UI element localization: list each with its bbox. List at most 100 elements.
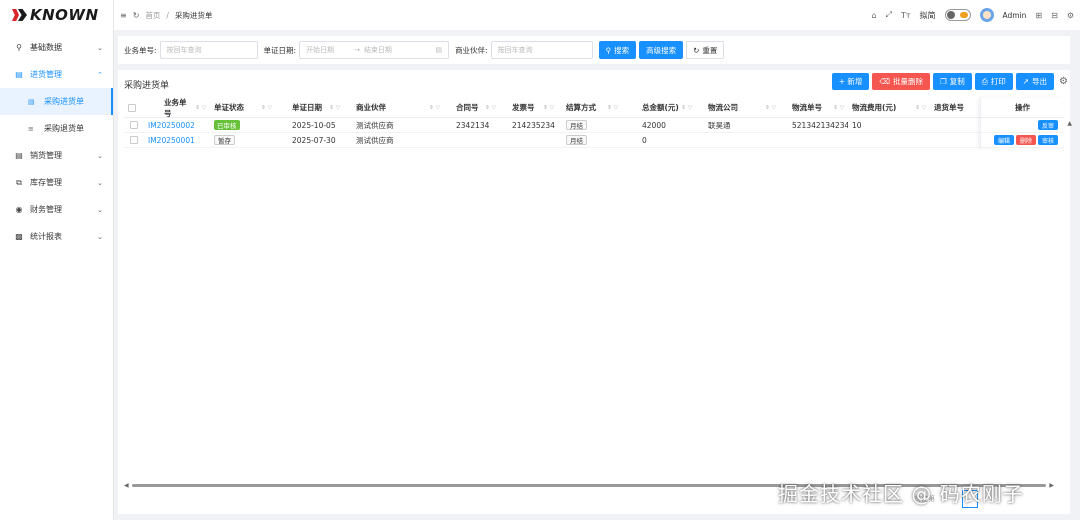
advanced-search-button[interactable]: 高级搜索 <box>639 41 684 59</box>
column-header-label: 发票号 <box>512 103 535 112</box>
avatar[interactable] <box>979 8 994 22</box>
column-header[interactable]: 总金额(元) ⇕ ▽ <box>622 98 696 117</box>
sidebar-item-finance[interactable]: ◉ 财务管理 ⌄ <box>0 196 113 223</box>
column-header[interactable]: 商业伙伴 ⇕ ▽ <box>344 98 444 117</box>
order-no-link[interactable]: IM20250002 <box>144 118 210 132</box>
table-row[interactable]: IM20250002 已审核 2025-10-05 测试供应商 2342134 … <box>124 118 1064 133</box>
breadcrumb-home[interactable]: 首页 <box>145 10 160 21</box>
sidebar-menu: ⚲ 基础数据 ⌄ ▤ 进货管理 ⌃ ▤ 采购进货单 ≡ 采购退货单 ▤ 销货管理… <box>0 34 113 250</box>
top-header: ≡ ↻ 首页 / 采购进货单 ⌂ ⤢ Tт 拟简 Admin ⊞ ⊟ ⚙ <box>114 0 1080 30</box>
copy-button[interactable]: ❐ 复制 <box>933 73 972 90</box>
row-select-cell[interactable] <box>124 133 144 147</box>
date-start-input[interactable]: 开始日期 <box>306 45 334 55</box>
logistics-company-cell: 联昊通 <box>708 120 731 130</box>
order-no-link[interactable]: IM20250001 <box>144 133 210 147</box>
select-all-checkbox[interactable] <box>128 103 136 112</box>
add-button[interactable]: + 新增 <box>831 73 870 90</box>
scroll-up-icon[interactable]: ▲ <box>1067 120 1072 127</box>
column-header[interactable]: 退货单号 <box>930 98 980 117</box>
date-range-picker[interactable]: 开始日期 → 结束日期 ▤ <box>299 41 450 59</box>
scroll-right-icon[interactable]: ▶ <box>1046 482 1054 489</box>
sidebar-subitem-purchase-receipt[interactable]: ▤ 采购进货单 <box>0 88 113 115</box>
sort-filter-icon[interactable]: ⇕ ▽ <box>605 105 618 111</box>
logistics-no-cell: 521342134234 <box>792 120 848 130</box>
export-icon: ↗ <box>1022 77 1030 86</box>
sidebar-subitem-purchase-return[interactable]: ≡ 采购退货单 <box>0 115 113 142</box>
settle-badge: 月结 <box>566 135 587 145</box>
column-header-label: 物流费用(元) <box>852 103 897 112</box>
column-header[interactable]: 物流单号 ⇕ ▽ <box>780 98 848 117</box>
sort-filter-icon[interactable]: ⇕ ▽ <box>193 105 206 111</box>
delete-button[interactable]: 删除 <box>1015 135 1036 145</box>
chevron-down-icon: ⌄ <box>97 232 103 241</box>
batch-delete-button[interactable]: ⌫ 批量删除 <box>872 73 930 90</box>
sidebar-item-reports[interactable]: ▩ 统计报表 ⌄ <box>0 223 113 250</box>
column-header[interactable]: 发票号 ⇕ ▽ <box>500 98 558 117</box>
sort-filter-icon[interactable]: ⇕ ▽ <box>483 105 496 111</box>
sidebar-item-basic-data[interactable]: ⚲ 基础数据 ⌄ <box>0 34 113 61</box>
logistics-no-cell <box>780 133 848 147</box>
sort-filter-icon[interactable]: ⇕ ▽ <box>679 105 692 111</box>
calendar-icon: ▤ <box>435 46 443 54</box>
theme-toggle[interactable] <box>944 9 971 21</box>
user-name[interactable]: Admin <box>1003 11 1027 20</box>
app-logo[interactable]: KNOWN <box>0 0 113 30</box>
sales-icon: ▤ <box>15 151 23 160</box>
refresh-icon[interactable]: ↻ <box>133 11 140 20</box>
date-end-input[interactable]: 结束日期 <box>364 45 392 55</box>
gear-icon[interactable]: ⚙ <box>1067 11 1074 20</box>
column-settings-icon[interactable]: ⚙ <box>1059 76 1068 87</box>
column-header[interactable]: 单证状态 ⇕ ▽ <box>210 98 276 117</box>
arrow-right-icon: → <box>354 46 360 54</box>
column-header[interactable]: 物流费用(元) ⇕ ▽ <box>848 98 930 117</box>
sidebar-item-sales[interactable]: ▤ 销货管理 ⌄ <box>0 142 113 169</box>
column-header[interactable]: 结算方式 ⇕ ▽ <box>558 98 622 117</box>
sort-filter-icon[interactable]: ⇕ ▽ <box>259 105 272 111</box>
sort-filter-icon[interactable]: ⇕ ▽ <box>831 105 844 111</box>
collapse-menu-icon[interactable]: ≡ <box>120 11 127 20</box>
home-icon[interactable]: ⌂ <box>871 11 876 20</box>
column-header[interactable]: 物流公司 ⇕ ▽ <box>696 98 780 117</box>
fullscreen-icon[interactable]: ⤢ <box>886 10 892 20</box>
table-row[interactable]: IM20250001 暂存 2025-07-30 测试供应商 月结 0 <box>124 133 1064 148</box>
toggle-knob <box>946 11 955 19</box>
font-size-icon[interactable]: Tт <box>901 11 911 20</box>
column-header[interactable]: 合同号 ⇕ ▽ <box>444 98 500 117</box>
unapprove-button[interactable]: 反审 <box>1037 120 1058 130</box>
sidebar-item-label: 财务管理 <box>30 205 62 214</box>
sort-filter-icon[interactable]: ⇕ ▽ <box>327 105 340 111</box>
sort-filter-icon[interactable]: ⇕ ▽ <box>913 105 926 111</box>
column-header[interactable]: 业务单号 ⇕ ▽ <box>144 98 210 118</box>
order-no-input[interactable]: 按回车查询 <box>159 41 258 59</box>
reset-button[interactable]: ↻ 重置 <box>686 41 725 59</box>
export-button[interactable]: ↗ 导出 <box>1015 73 1055 90</box>
search-button[interactable]: ⚲ 搜索 <box>598 41 637 59</box>
sort-filter-icon[interactable]: ⇕ ▽ <box>763 105 776 111</box>
layout-icon[interactable]: ⊟ <box>1051 11 1058 20</box>
approve-button[interactable]: 审核 <box>1037 135 1058 145</box>
scroll-left-icon[interactable]: ◀ <box>124 482 132 489</box>
partner-cell: 测试供应商 <box>356 120 394 130</box>
watermark-text: 掘金技术社区 @ 码农刚子 <box>778 482 1024 506</box>
sidebar-item-label: 销货管理 <box>30 151 62 160</box>
print-button[interactable]: ⎙ 打印 <box>974 73 1013 90</box>
row-select-cell[interactable] <box>124 118 144 132</box>
header-select-all[interactable] <box>124 98 144 117</box>
sidebar-item-inventory[interactable]: ⧉ 库存管理 ⌄ <box>0 169 113 196</box>
sort-filter-icon[interactable]: ⇕ ▽ <box>541 105 554 111</box>
amount-cell: 42000 <box>642 120 666 130</box>
return-no-cell <box>930 133 980 147</box>
reset-icon: ↻ <box>693 45 700 55</box>
export-label: 导出 <box>1032 77 1048 86</box>
partner-input[interactable]: 按回车查询 <box>490 41 593 59</box>
sort-filter-icon[interactable]: ⇕ ▽ <box>427 105 440 111</box>
row-checkbox[interactable] <box>130 136 138 144</box>
grid-icon[interactable]: ⊞ <box>1035 11 1042 20</box>
logistics-fee-cell: 10 <box>852 120 862 130</box>
edit-button[interactable]: 编辑 <box>993 135 1014 145</box>
page-title: 采购进货单 <box>124 81 170 91</box>
column-header[interactable]: 单证日期 ⇕ ▽ <box>276 98 344 117</box>
chevron-down-icon: ⌄ <box>97 43 103 52</box>
row-checkbox[interactable] <box>130 121 138 129</box>
sidebar-item-purchase[interactable]: ▤ 进货管理 ⌃ <box>0 61 113 88</box>
